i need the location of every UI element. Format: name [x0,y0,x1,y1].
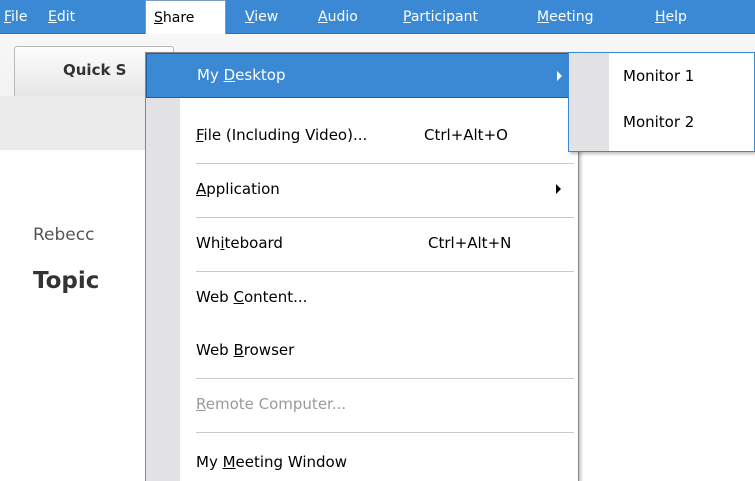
menu-share-accel: S [154,10,163,26]
menu-help-label: elp [665,9,687,25]
menu-participant[interactable]: Participant [403,0,478,34]
menu-audio-accel: A [318,9,328,25]
menu-bar: File Edit Share View Audio Participant M… [0,0,755,34]
menu-edit[interactable]: Edit [48,0,75,34]
menu-separator [196,217,574,218]
menu-file[interactable]: File [4,0,27,34]
menu-item-web-content-label: Web Content... [196,288,308,306]
submenu-arrow-icon [557,71,562,81]
submenu-arrow-icon [556,184,561,194]
menu-share[interactable]: Share [145,0,226,34]
menu-view[interactable]: View [245,0,278,34]
menu-file-accel: F [4,9,12,25]
submenu-item-monitor-1[interactable]: Monitor 1 [623,67,694,85]
menu-item-web-browser[interactable]: Web Browser [146,330,578,370]
menu-item-remote-computer: Remote Computer... [146,384,578,424]
menu-item-my-desktop-label: My Desktop [197,66,286,84]
menu-item-file-label: File (Including Video)... [196,126,368,144]
menu-item-file[interactable]: File (Including Video)... Ctrl+Alt+O [146,115,578,155]
desktop-submenu: Monitor 1 Monitor 2 [568,52,755,152]
menu-item-whiteboard-label: Whiteboard [196,234,283,252]
submenu-item-monitor-2[interactable]: Monitor 2 [623,113,694,131]
menu-item-whiteboard-shortcut: Ctrl+Alt+N [428,234,512,252]
menu-item-my-meeting-window[interactable]: My Meeting Window [146,442,578,481]
menu-item-whiteboard[interactable]: Whiteboard Ctrl+Alt+N [146,223,578,263]
menu-file-label: ile [11,9,28,25]
menu-item-application[interactable]: Application [146,169,578,209]
menu-audio-label: udio [327,9,358,25]
menu-item-my-meeting-window-label: My Meeting Window [196,453,347,471]
menu-item-web-browser-label: Web Browser [196,341,295,359]
menu-help-accel: H [655,9,666,25]
menu-separator [196,432,574,433]
share-dropdown-menu: My Desktop File (Including Video)... Ctr… [145,52,579,481]
menu-item-application-label: Application [196,180,280,198]
tab-quick-start-label: Quick S [63,61,127,79]
menu-view-label: iew [254,9,279,25]
submenu-gutter [569,53,609,151]
topic-heading: Topic [33,268,100,294]
menu-help[interactable]: Help [655,0,687,34]
menu-item-file-shortcut: Ctrl+Alt+O [424,126,508,144]
menu-meeting[interactable]: Meeting [537,0,593,34]
menu-edit-accel: E [48,9,57,25]
menu-meeting-accel: M [537,9,550,25]
menu-separator [196,163,574,164]
menu-item-remote-computer-label: Remote Computer... [196,395,347,413]
menu-participant-accel: P [403,9,411,25]
menu-edit-label: dit [56,9,76,25]
menu-meeting-label: eeting [549,9,594,25]
menu-participant-label: articipant [410,9,478,25]
menu-share-label: hare [162,10,195,26]
menu-item-web-content[interactable]: Web Content... [146,277,578,317]
menu-separator [196,271,574,272]
menu-audio[interactable]: Audio [318,0,358,34]
menu-view-accel: V [245,9,255,25]
host-name-text: Rebecc [33,225,95,245]
menu-separator [196,378,574,379]
menu-item-my-desktop[interactable]: My Desktop [146,53,578,98]
